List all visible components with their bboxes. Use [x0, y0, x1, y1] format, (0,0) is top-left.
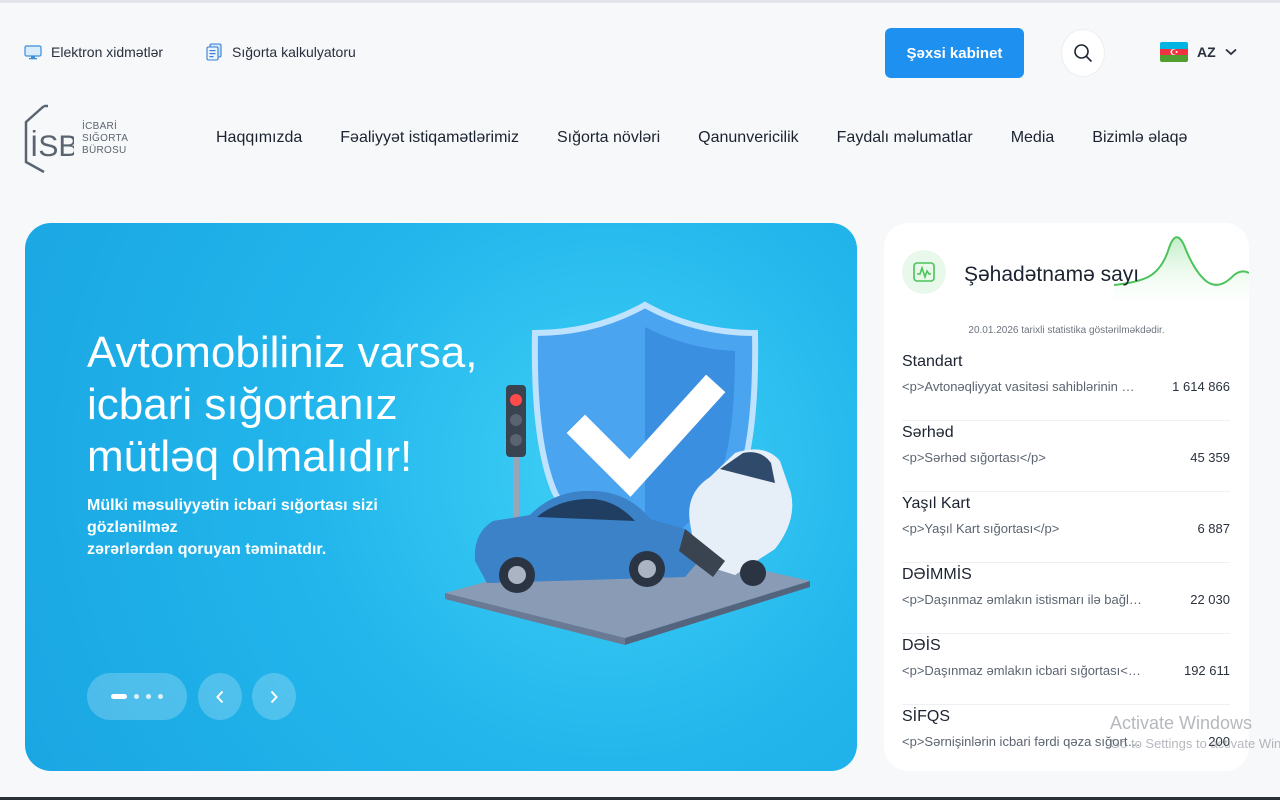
stats-row-name: Standart	[902, 353, 963, 370]
watermark-line-1: Activate Windows	[1110, 713, 1253, 733]
nav-item-about[interactable]: Haqqımızda	[216, 129, 302, 147]
nav-item-useful-info[interactable]: Faydalı məlumatlar	[837, 129, 973, 147]
slider-dot-4[interactable]	[158, 694, 163, 699]
stats-row[interactable]: Sərhəd <p>Sərhəd sığortası</p> 45 359	[902, 421, 1230, 492]
logo-line-3: BÜROSU	[82, 145, 127, 156]
search-button[interactable]	[1061, 29, 1105, 77]
slider-dot-1[interactable]	[111, 694, 127, 699]
stats-row[interactable]: DƏİS <p>Daşınmaz əmlakın icbari sığortas…	[902, 634, 1230, 705]
azerbaijan-flag-icon	[1160, 42, 1188, 62]
nav-item-legislation[interactable]: Qanunvericilik	[698, 129, 798, 147]
language-selector[interactable]: AZ	[1160, 42, 1237, 62]
stats-row-description: <p>Sərnişinlərin icbari fərdi qəza sığor…	[902, 734, 1142, 749]
stats-row-description: <p>Avtonəqliyyat vasitəsi sahiblərinin m…	[902, 379, 1142, 394]
stats-row-value: 6 887	[1197, 521, 1230, 536]
slider-next-button[interactable]	[252, 673, 296, 720]
slider-pagination	[87, 673, 187, 720]
stats-row-value: 22 030	[1190, 592, 1230, 607]
isb-logo-mark: İSB	[24, 104, 74, 174]
hero-subtitle: Mülki məsuliyyətin icbari sığortası sizi…	[87, 495, 378, 561]
hero-subtitle-line-1: Mülki məsuliyyətin icbari sığortası sizi	[87, 497, 378, 514]
main-nav: Haqqımızda Fəaliyyət istiqamətlərimiz Sı…	[216, 129, 1187, 147]
nav-item-activities[interactable]: Fəaliyyət istiqamətlərimiz	[340, 129, 519, 147]
electronic-services-label: Elektron xidmətlər	[51, 44, 164, 60]
monitor-icon	[24, 45, 42, 60]
stats-row-value: 1 614 866	[1172, 379, 1230, 394]
search-icon	[1074, 44, 1092, 62]
certificate-count-card: Şəhadətnamə sayı 20.01.2026 tarixli stat…	[884, 223, 1249, 771]
nav-item-insurance-types[interactable]: Sığorta növləri	[557, 129, 660, 147]
stats-row[interactable]: Standart <p>Avtonəqliyyat vasitəsi sahib…	[902, 350, 1230, 421]
slider-dot-2[interactable]	[134, 694, 139, 699]
stats-row-description: <p>Daşınmaz əmlakın istismarı ilə bağlı …	[902, 592, 1142, 607]
utility-bar: Elektron xidmətlər Sığorta kalkulyatoru	[24, 43, 356, 61]
isb-logo[interactable]: İSB İCBARİ SIĞORTA BÜROSU	[22, 104, 128, 174]
logo-line-1: İCBARİ	[82, 121, 118, 132]
logo-line-2: SIĞORTA	[82, 133, 129, 144]
logo-text: İCBARİ SIĞORTA BÜROSU	[82, 121, 128, 157]
hero-subtitle-line-2: gözlənilməz	[87, 519, 178, 536]
stats-row-description: <p>Daşınmaz əmlakın icbari sığortası</p>	[902, 663, 1142, 678]
slider-dot-3[interactable]	[146, 694, 151, 699]
nav-item-media[interactable]: Media	[1011, 129, 1055, 147]
windows-activation-watermark: Activate Windows Go to Settings to activ…	[1110, 713, 1280, 751]
stats-list: Standart <p>Avtonəqliyyat vasitəsi sahib…	[902, 350, 1230, 771]
stats-row-description: <p>Yaşıl Kart sığortası</p>	[902, 521, 1060, 536]
shield-car-accident-illustration	[445, 301, 810, 645]
calculator-label: Sığorta kalkulyatoru	[232, 44, 356, 60]
chevron-left-icon	[216, 690, 224, 703]
nav-item-contact[interactable]: Bizimlə əlaqə	[1092, 129, 1187, 147]
stats-row[interactable]: Yaşıl Kart <p>Yaşıl Kart sığortası</p> 6…	[902, 492, 1230, 563]
watermark-line-2: Go to Settings to activate Windows.	[1110, 736, 1280, 751]
calculator-link[interactable]: Sığorta kalkulyatoru	[205, 43, 356, 61]
stats-row-name: DƏİMMİS	[902, 566, 972, 583]
activity-chart-icon	[902, 250, 946, 294]
documents-icon	[206, 43, 222, 61]
stats-row-name: Sərhəd	[902, 424, 954, 441]
slider-prev-button[interactable]	[198, 673, 242, 720]
stats-row-value: 45 359	[1190, 450, 1230, 465]
logo-mark-text: İSB	[30, 130, 74, 163]
language-code: AZ	[1197, 44, 1216, 60]
hero-banner[interactable]: Avtomobiliniz varsa, icbari sığortanız m…	[25, 223, 857, 771]
stats-row-value: 192 611	[1183, 663, 1230, 678]
top-border	[0, 0, 1280, 3]
personal-cabinet-button[interactable]: Şəxsi kabinet	[885, 28, 1024, 78]
stats-row[interactable]: DƏİMMİS <p>Daşınmaz əmlakın istismarı il…	[902, 563, 1230, 634]
chevron-down-icon	[1225, 48, 1237, 56]
stats-title: Şəhadətnamə sayı	[964, 263, 1140, 286]
electronic-services-link[interactable]: Elektron xidmətlər	[24, 44, 163, 60]
stats-date-note: 20.01.2026 tarixli statistika göstərilmə…	[968, 325, 1165, 336]
stats-row-name: Yaşıl Kart	[902, 495, 971, 512]
stats-row-name: DƏİS	[902, 637, 941, 654]
stats-row-description: <p>Sərhəd sığortası</p>	[902, 450, 1046, 465]
hero-subtitle-line-3: zərərlərdən qoruyan təminatdır.	[87, 541, 327, 558]
chevron-right-icon	[270, 690, 278, 703]
